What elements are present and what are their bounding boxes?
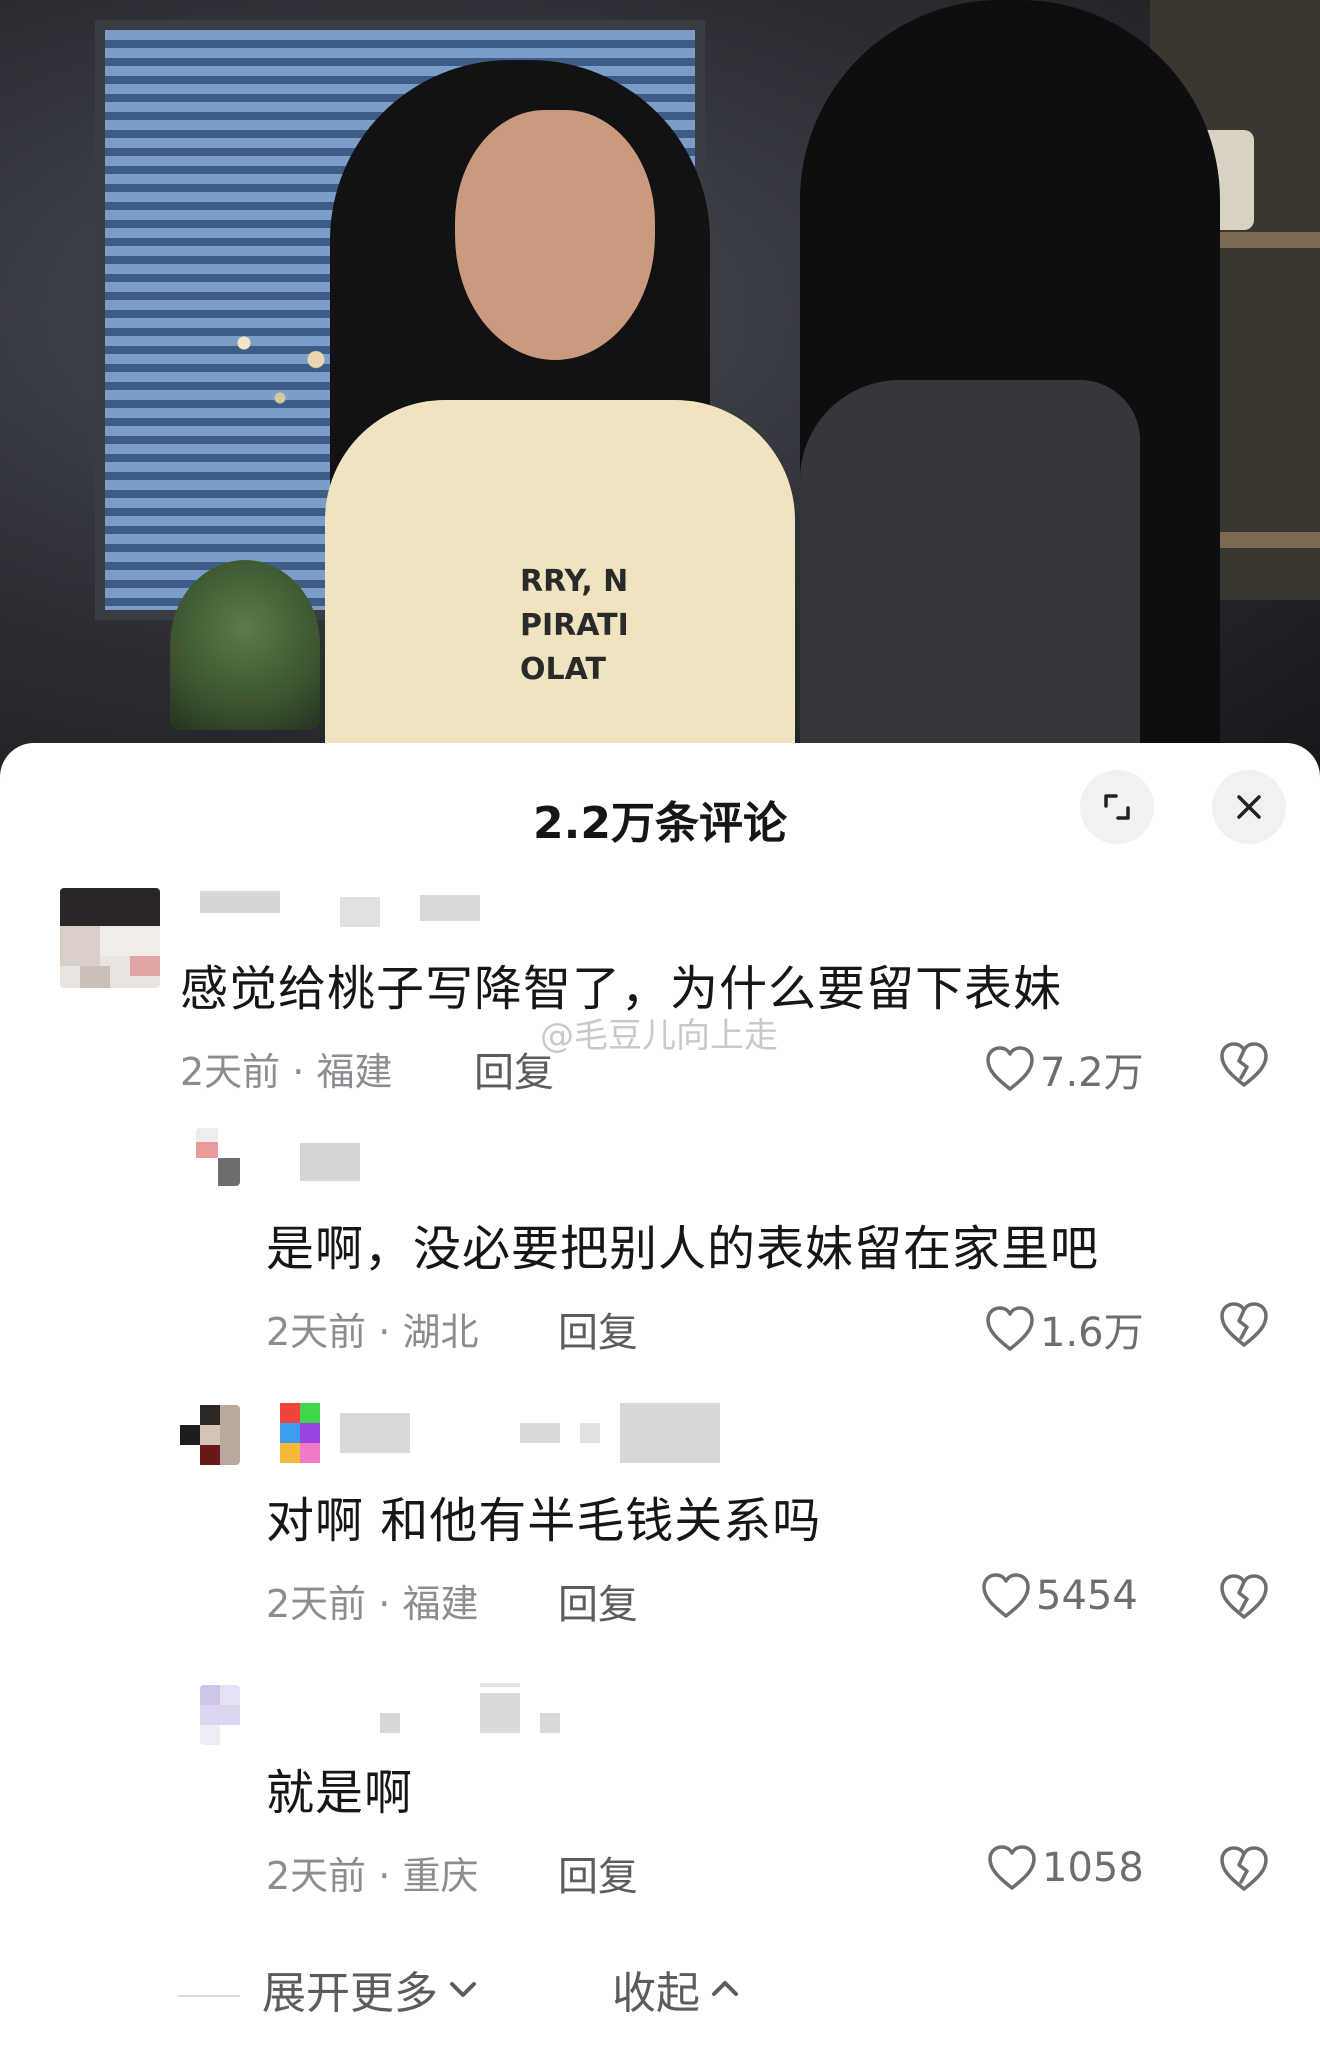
chevron-down-icon [450, 1982, 476, 1997]
comment-meta: 2天前 · 重庆 [266, 1845, 478, 1900]
close-icon [1237, 795, 1261, 819]
avatar[interactable] [200, 1685, 240, 1745]
like-count: 1058 [1042, 1845, 1144, 1891]
second-woman-body [800, 380, 1140, 780]
heart-icon [986, 1306, 1034, 1351]
expand-icon [1104, 794, 1130, 820]
comment-text: 对啊 和他有半毛钱关系吗 [266, 1493, 822, 1549]
comment-time: 2天前 [180, 1050, 281, 1094]
divider [178, 1995, 240, 1997]
video-frame[interactable]: RRY, N PIRATI OLAT [0, 0, 1320, 780]
dislike-button[interactable] [1218, 1573, 1270, 1625]
reply-button[interactable]: 回复 [558, 1300, 638, 1358]
meta-separator: · [378, 1582, 391, 1626]
meta-separator: · [292, 1050, 305, 1094]
comment-meta: 2天前 · 福建 [180, 1041, 392, 1096]
expand-button[interactable] [1080, 770, 1154, 844]
close-button[interactable] [1212, 770, 1286, 844]
avatar[interactable] [180, 1405, 240, 1465]
avatar[interactable] [60, 888, 160, 988]
like-button[interactable]: 5454 [980, 1572, 1138, 1620]
comment-meta: 2天前 · 福建 [266, 1573, 478, 1628]
broken-heart-icon [1220, 1302, 1268, 1347]
comment-text: 是啊，没必要把别人的表妹留在家里吧 [266, 1221, 1100, 1277]
comment-location: 湖北 [402, 1310, 479, 1354]
username-blurred[interactable] [300, 1683, 580, 1743]
comment-location: 福建 [316, 1050, 393, 1094]
shirt-print-line: RRY, N [520, 564, 629, 599]
heart-icon [988, 1845, 1036, 1890]
dislike-button[interactable] [1218, 1845, 1270, 1897]
shirt-print-line: PIRATI [520, 608, 629, 643]
heart-icon [982, 1573, 1030, 1618]
comment-location: 福建 [402, 1582, 479, 1626]
broken-heart-icon [1220, 1042, 1268, 1087]
comment-time: 2天前 [266, 1582, 367, 1626]
expand-more-button[interactable]: 展开更多 [262, 1957, 482, 2021]
dislike-button[interactable] [1218, 1301, 1270, 1353]
username-blurred[interactable] [300, 1143, 380, 1183]
broken-heart-icon [1220, 1846, 1268, 1891]
like-button[interactable]: 7.2万 [984, 1040, 1144, 1098]
username-blurred[interactable] [200, 891, 480, 931]
meta-separator: · [378, 1854, 391, 1898]
avatar[interactable] [196, 1128, 240, 1186]
like-count: 5454 [1036, 1573, 1138, 1619]
like-count: 7.2万 [1040, 1050, 1144, 1096]
like-count: 1.6万 [1040, 1310, 1144, 1356]
broken-heart-icon [1220, 1574, 1268, 1619]
comment-meta: 2天前 · 湖北 [266, 1301, 478, 1356]
heart-icon [986, 1046, 1034, 1091]
comments-sheet: 2.2万条评论 @毛豆儿向上走 感觉给桃子写降智了，为什么要留下表妹 2天前 ·… [0, 743, 1320, 2058]
comment-time: 2天前 [266, 1854, 367, 1898]
shirt-print-line: OLAT [520, 652, 606, 687]
collapse-button[interactable]: 收起 [612, 1957, 744, 2021]
chevron-up-icon [712, 1981, 738, 1996]
expand-more-label: 展开更多 [262, 1968, 438, 2019]
meta-separator: · [378, 1310, 391, 1354]
dislike-button[interactable] [1218, 1041, 1270, 1093]
collapse-label: 收起 [612, 1968, 700, 2019]
comment-text: 感觉给桃子写降智了，为什么要留下表妹 [180, 961, 1063, 1017]
comment-location: 重庆 [402, 1854, 479, 1898]
woman-face [455, 110, 655, 360]
reply-button[interactable]: 回复 [558, 1844, 638, 1902]
reply-button[interactable]: 回复 [558, 1572, 638, 1630]
like-button[interactable]: 1058 [986, 1844, 1144, 1892]
replies-footer: 展开更多 收起 [0, 1957, 1320, 2037]
like-button[interactable]: 1.6万 [984, 1300, 1144, 1358]
comment-text: 就是啊 [266, 1765, 414, 1821]
plant [170, 560, 320, 730]
username-blurred[interactable] [280, 1403, 720, 1463]
reply-button[interactable]: 回复 [474, 1040, 554, 1098]
comment-time: 2天前 [266, 1310, 367, 1354]
shirt-print: RRY, N PIRATI OLAT [520, 560, 650, 710]
